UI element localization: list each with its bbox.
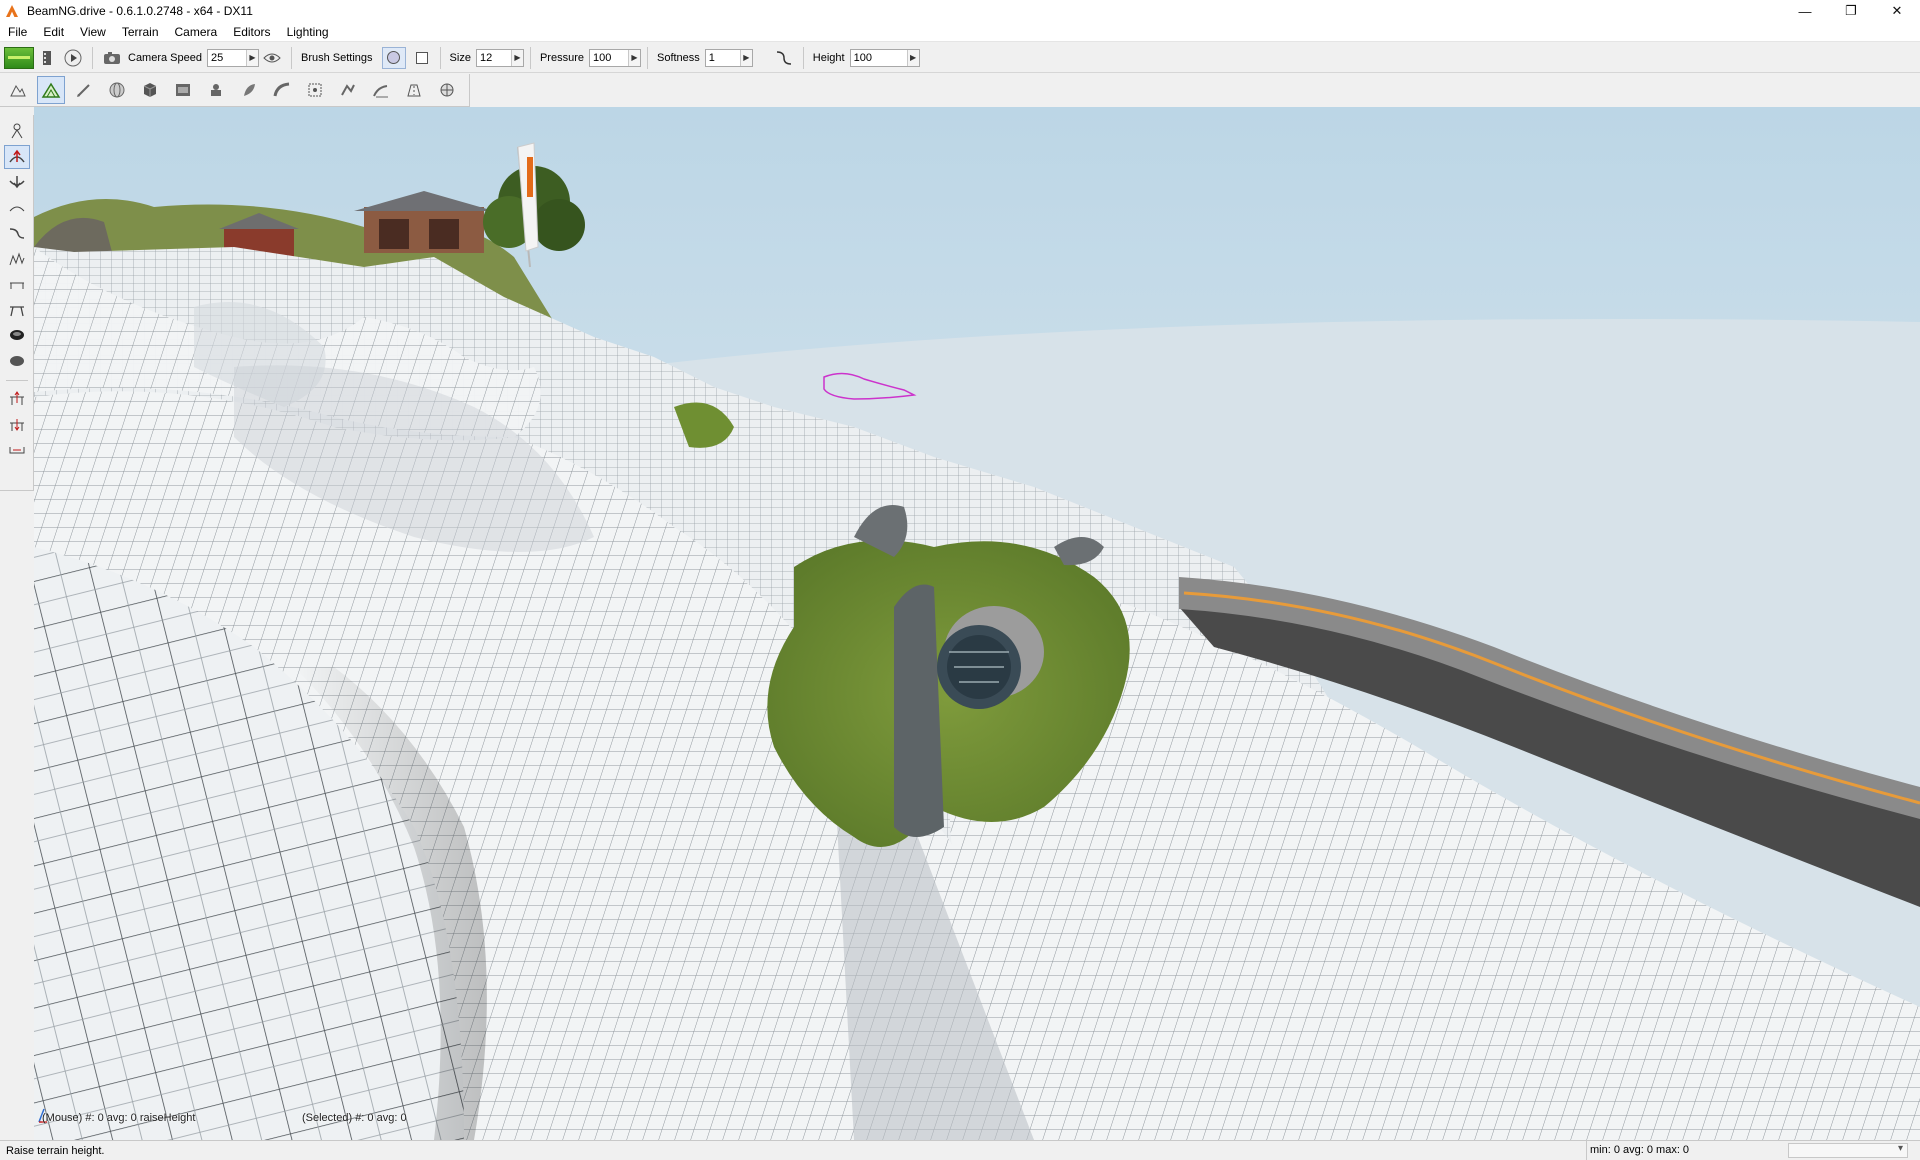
camera-speed-stepper[interactable]: ▶ <box>207 48 259 67</box>
play-icon[interactable] <box>62 47 84 69</box>
world-editor-logo-icon[interactable] <box>4 46 34 69</box>
decal-road-icon[interactable] <box>400 76 428 104</box>
palette-separator <box>5 380 28 381</box>
camera-speed-input[interactable] <box>208 49 246 66</box>
remove-terrain-icon[interactable] <box>4 413 30 437</box>
terrain-overview-icon[interactable] <box>4 76 32 104</box>
main-toolbar: Camera Speed ▶ Brush Settings Size ▶ Pre… <box>0 43 1920 73</box>
pressure-increment-icon[interactable]: ▶ <box>627 49 640 66</box>
road-icon[interactable] <box>268 76 296 104</box>
softness-increment-icon[interactable]: ▶ <box>739 49 752 66</box>
terrain-painter-icon[interactable] <box>70 76 98 104</box>
toolbar-separator <box>646 46 648 69</box>
noise-icon[interactable] <box>4 247 30 271</box>
slope-icon[interactable] <box>4 221 30 245</box>
smooth-icon[interactable] <box>4 196 30 220</box>
terrain-scene <box>34 107 1920 1140</box>
toolbar-separator <box>291 46 292 69</box>
size-label: Size <box>449 51 471 64</box>
flatten-icon[interactable] <box>4 272 30 296</box>
title-bar: BeamNG.drive - 0.6.1.0.2748 - x64 - DX11… <box>0 0 1920 22</box>
3d-viewport[interactable]: (Mouse) #: 0 avg: 0 raiseHeight (Selecte… <box>34 107 1920 1140</box>
fill-empty-icon[interactable] <box>4 323 30 347</box>
raise-height-icon[interactable] <box>3 144 30 169</box>
minimize-button[interactable]: — <box>1782 0 1828 22</box>
mesh-road-icon[interactable] <box>301 76 329 104</box>
menu-camera[interactable]: Camera <box>167 22 226 42</box>
lower-height-icon[interactable] <box>4 170 30 194</box>
pressure-input[interactable] <box>589 49 628 66</box>
softness-label: Softness <box>656 51 700 64</box>
cube-icon[interactable] <box>136 76 164 104</box>
menu-bar: File Edit View Terrain Camera Editors Li… <box>0 22 1920 42</box>
pressure-stepper[interactable]: ▶ <box>588 48 641 67</box>
mouse-readout: (Mouse) #: 0 avg: 0 raiseHeight <box>42 1112 196 1124</box>
height-stepper[interactable]: ▶ <box>849 48 920 67</box>
material-icon[interactable] <box>169 76 197 104</box>
menu-lighting[interactable]: Lighting <box>279 22 337 42</box>
terrain-editor-icon[interactable] <box>37 76 65 104</box>
status-stats: min: 0 avg: 0 max: 0 <box>1586 1141 1786 1160</box>
pressure-label: Pressure <box>539 51 584 64</box>
status-message: Raise terrain height. <box>6 1144 105 1157</box>
eye-icon[interactable] <box>261 47 283 69</box>
forest-icon[interactable] <box>235 76 263 104</box>
restore-button[interactable]: ❐ <box>1828 0 1874 22</box>
status-dropdown[interactable] <box>1788 1143 1908 1158</box>
softness-input[interactable] <box>705 49 740 66</box>
camera-speed-increment-icon[interactable]: ▶ <box>246 49 258 66</box>
river-icon[interactable] <box>334 76 362 104</box>
menu-terrain[interactable]: Terrain <box>114 22 167 42</box>
height-label: Height <box>812 51 845 64</box>
close-button[interactable]: ✕ <box>1874 0 1920 22</box>
film-icon[interactable] <box>36 47 58 69</box>
select-icon[interactable] <box>4 119 30 143</box>
brush-circle-button[interactable] <box>381 46 406 69</box>
camera-icon[interactable] <box>101 47 123 69</box>
brush-box-button[interactable] <box>410 47 434 69</box>
toolbar-separator <box>439 46 441 69</box>
softness-curve-icon[interactable] <box>773 47 795 69</box>
circle-brush-icon <box>387 51 401 64</box>
menu-file[interactable]: File <box>0 22 35 42</box>
window-title: BeamNG.drive - 0.6.1.0.2748 - x64 - DX11 <box>27 4 253 18</box>
size-input[interactable] <box>476 49 511 66</box>
size-stepper[interactable]: ▶ <box>475 48 524 67</box>
camera-speed-label: Camera Speed <box>128 51 202 64</box>
set-height-icon[interactable] <box>4 298 30 322</box>
status-bar: Raise terrain height. min: 0 avg: 0 max:… <box>0 1140 1920 1160</box>
editor-tools-toolbar <box>0 74 470 107</box>
toolbar-separator <box>802 46 804 69</box>
menu-editors[interactable]: Editors <box>225 22 278 42</box>
box-brush-icon <box>415 51 428 64</box>
spawn-icon[interactable] <box>202 76 230 104</box>
selected-readout: (Selected) #: 0 avg: 0 <box>302 1112 407 1124</box>
paint-mask-icon[interactable] <box>4 438 30 462</box>
brush-settings-label: Brush Settings <box>301 51 373 64</box>
clear-icon[interactable] <box>4 349 30 373</box>
size-increment-icon[interactable]: ▶ <box>510 49 523 66</box>
decal-icon[interactable] <box>367 76 395 104</box>
add-terrain-icon[interactable] <box>4 387 30 411</box>
beamng-app-icon <box>5 3 21 19</box>
sphere-icon[interactable] <box>103 76 131 104</box>
softness-stepper[interactable]: ▶ <box>704 48 753 67</box>
height-input[interactable] <box>850 49 907 66</box>
window-controls: — ❐ ✕ <box>1782 0 1920 22</box>
toolbar-separator <box>92 46 93 69</box>
terrain-tools-palette <box>0 115 34 491</box>
menu-edit[interactable]: Edit <box>35 22 72 42</box>
menu-view[interactable]: View <box>72 22 114 42</box>
sun-icon[interactable] <box>433 76 461 104</box>
height-increment-icon[interactable]: ▶ <box>906 49 919 66</box>
toolbar-separator <box>529 46 531 69</box>
